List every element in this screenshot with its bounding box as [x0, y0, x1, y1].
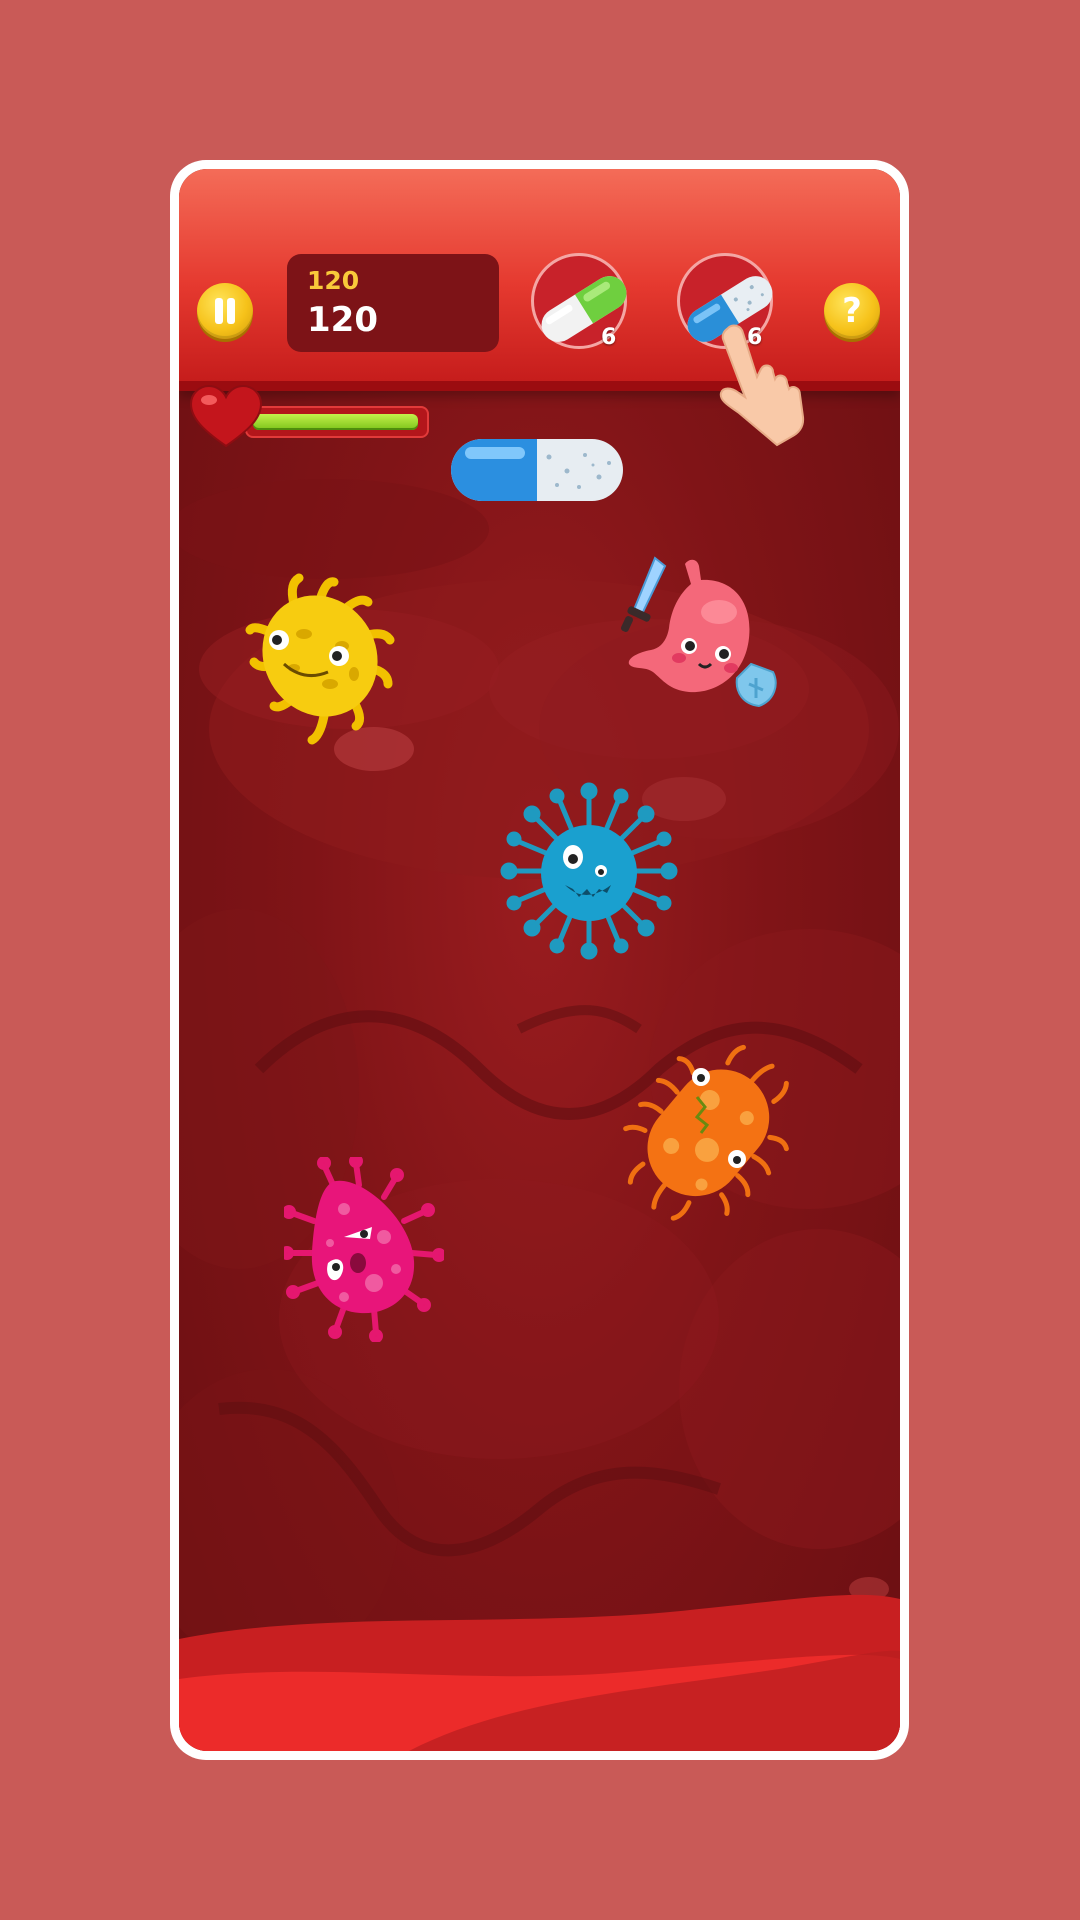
best-score: 120 [307, 266, 360, 295]
help-button[interactable]: ? [824, 283, 880, 339]
stomach-hero-icon[interactable] [619, 554, 789, 734]
phone-frame: 120 120 6 6 ? [170, 160, 909, 1760]
heart-icon [189, 384, 263, 448]
pause-icon [214, 298, 236, 324]
health-fill [253, 414, 418, 430]
green-pill-count: 6 [601, 325, 617, 350]
tap-hand-icon [719, 324, 805, 447]
pause-button[interactable] [197, 283, 253, 339]
game-screen[interactable]: 120 120 6 6 ? [179, 169, 900, 1751]
health-track [245, 406, 429, 438]
blue-virus-icon[interactable] [499, 781, 679, 961]
yellow-germ-icon[interactable] [234, 564, 404, 754]
health-bar [189, 384, 439, 450]
green-pill-icon [541, 276, 627, 342]
score-panel: 120 120 [287, 254, 499, 352]
current-score: 120 [307, 300, 378, 340]
falling-blue-pill[interactable] [449, 437, 625, 503]
orange-bacteria-icon[interactable] [619, 1027, 799, 1237]
pink-germ-icon[interactable] [284, 1157, 444, 1342]
question-icon: ? [842, 291, 862, 331]
